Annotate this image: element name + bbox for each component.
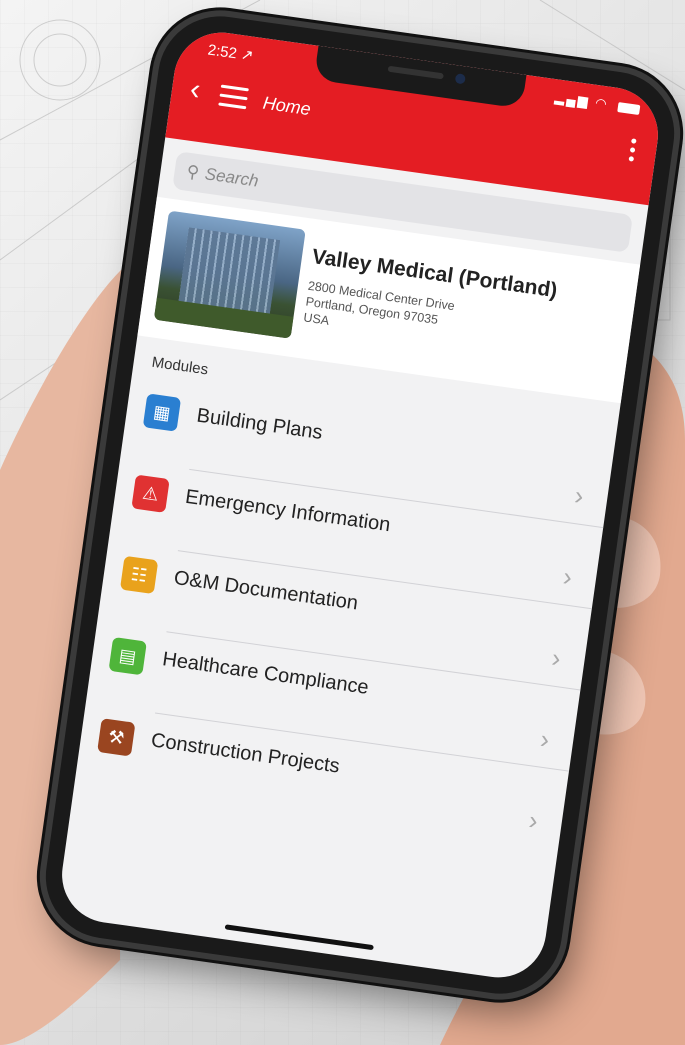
module-label: Construction Projects bbox=[149, 729, 341, 778]
building-photo bbox=[153, 210, 306, 339]
chevron-right-icon: › bbox=[561, 561, 575, 593]
building-icon: ▦ bbox=[142, 393, 182, 432]
wifi-icon: ◠ bbox=[594, 94, 610, 112]
chevron-right-icon: › bbox=[527, 804, 540, 836]
chevron-right-icon: › bbox=[549, 642, 563, 674]
battery-icon bbox=[617, 101, 641, 115]
search-icon: ⚲ bbox=[185, 161, 201, 183]
module-label: Building Plans bbox=[195, 404, 324, 444]
back-chevron-icon[interactable]: ‹ bbox=[188, 72, 202, 106]
module-label: Healthcare Compliance bbox=[161, 648, 371, 699]
module-label: Emergency Information bbox=[183, 485, 392, 537]
hvac-icon: ☷ bbox=[119, 555, 159, 595]
chevron-right-icon: › bbox=[538, 723, 552, 755]
module-label: O&M Documentation bbox=[172, 566, 360, 615]
modules-heading: Modules bbox=[150, 353, 210, 379]
hamburger-menu-icon[interactable] bbox=[217, 84, 249, 116]
speaker bbox=[387, 65, 444, 80]
address-line-3: USA bbox=[302, 310, 330, 328]
search-placeholder: Search bbox=[203, 164, 260, 191]
status-time: 2:52 ↗ bbox=[206, 41, 255, 65]
page-title: Home bbox=[261, 92, 313, 120]
document-icon: ▤ bbox=[108, 636, 147, 676]
camera bbox=[454, 73, 466, 85]
chevron-right-icon: › bbox=[572, 479, 586, 511]
crane-icon: ⚒ bbox=[97, 718, 136, 757]
status-icons: ▂▄▆ ◠ bbox=[554, 89, 641, 117]
signal-icon: ▂▄▆ bbox=[553, 89, 591, 109]
more-options-icon[interactable] bbox=[628, 138, 638, 166]
alarm-icon: ⚠ bbox=[131, 474, 170, 513]
